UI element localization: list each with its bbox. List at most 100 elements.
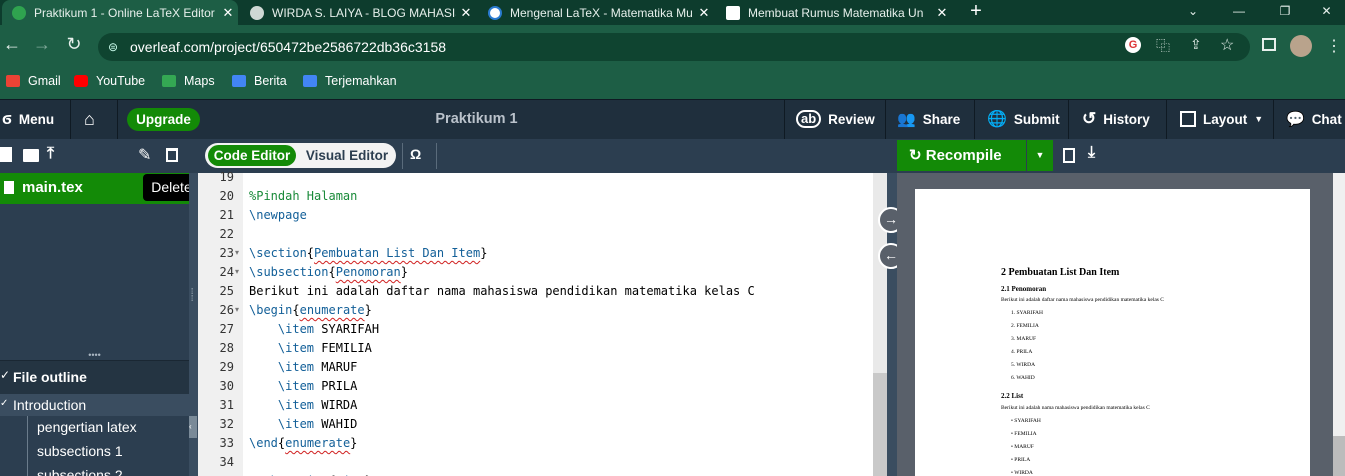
share-page-icon[interactable]: ⇪ — [1190, 36, 1202, 53]
bookmark-maps[interactable]: Maps — [162, 67, 215, 95]
code-line[interactable]: \begin{enumerate} — [249, 303, 372, 317]
minimize-icon[interactable]: — — [1216, 0, 1262, 25]
side-panel-icon[interactable] — [1262, 38, 1276, 51]
outline-item-introduction[interactable]: ✓ Introduction — [0, 394, 189, 416]
bookmark-youtube[interactable]: YouTube — [74, 67, 145, 95]
globe-icon: 🌐 — [987, 111, 1007, 128]
restore-icon[interactable]: ❐ — [1262, 0, 1308, 25]
browser-tab-overleaf[interactable]: Praktikum 1 - Online LaTeX Editor ✕ — [2, 0, 238, 25]
review-button[interactable]: ab Review — [796, 99, 875, 139]
google-lens-icon[interactable]: G — [1125, 37, 1141, 53]
recompile-options-caret[interactable]: ▼ — [1027, 140, 1053, 171]
upgrade-button[interactable]: Upgrade — [127, 108, 200, 131]
layout-button[interactable]: Layout ▼ — [1180, 99, 1263, 139]
code-line[interactable]: \item PRILA — [249, 379, 357, 393]
bookmark-star-icon[interactable]: ☆ — [1220, 35, 1234, 55]
visual-editor-tab[interactable]: Visual Editor — [301, 145, 393, 166]
chat-button[interactable]: 💬 Chat — [1286, 99, 1342, 139]
latex-command: \item — [277, 322, 315, 336]
close-icon[interactable]: ✕ — [694, 5, 714, 21]
code-line[interactable]: Berikut ini adalah daftar nama mahasiswa… — [249, 284, 755, 298]
bookmark-berita[interactable]: Berita — [232, 67, 287, 95]
code-line[interactable]: \end{enumerate} — [249, 436, 357, 450]
code-line[interactable]: \item MARUF — [249, 360, 357, 374]
outline-item[interactable]: subsections 1 — [37, 443, 123, 459]
url-field[interactable]: ⊜ overleaf.com/project/650472be2586722db… — [98, 33, 1250, 61]
scrollbar-thumb[interactable] — [1333, 436, 1345, 476]
latex-command: \item — [277, 341, 315, 355]
rename-pencil-icon[interactable]: ✎ — [138, 145, 151, 165]
collapse-left-icon[interactable]: ‹ — [189, 416, 197, 438]
code-line[interactable]: \item SYARIFAH — [249, 322, 379, 336]
bookmark-label: Berita — [254, 74, 287, 88]
share-button[interactable]: 👥 Share — [897, 99, 960, 139]
code-line[interactable]: \item FEMILIA — [249, 341, 372, 355]
avatar[interactable] — [1290, 35, 1312, 57]
upload-icon[interactable]: ⤒ — [47, 145, 54, 163]
outline-item[interactable]: subsections 2 — [37, 467, 123, 476]
browser-tab-blog[interactable]: WIRDA S. LAIYA - BLOG MAHASISWA ✕ — [240, 0, 476, 25]
fold-caret-icon[interactable]: ▾ — [235, 248, 239, 257]
pdf-enum-item: 1. SYARIFAH — [1011, 310, 1043, 316]
code-line[interactable]: \section{Pembuatan List Dan Item} — [249, 246, 487, 260]
code-line[interactable]: \item WIRDA — [249, 398, 357, 412]
download-pdf-icon[interactable]: ⤓ — [1088, 144, 1095, 162]
pdf-page[interactable]: 2 Pembuatan List Dan Item 2.1 Penomoran … — [915, 189, 1310, 476]
bookmark-gmail[interactable]: Gmail — [6, 67, 61, 95]
bookmark-label: YouTube — [96, 74, 146, 88]
submit-button[interactable]: 🌐 Submit — [987, 99, 1060, 139]
line-number: 30 — [219, 379, 234, 393]
close-icon[interactable]: ✕ — [456, 5, 476, 21]
history-button[interactable]: ↺ History — [1082, 99, 1150, 139]
chat-label: Chat — [1311, 111, 1342, 127]
symbol-palette-button[interactable]: Ω — [410, 146, 421, 162]
file-icon — [4, 181, 14, 194]
outline-tree-line — [27, 416, 28, 476]
code-line[interactable]: %Pindah Halaman — [249, 189, 357, 203]
close-icon[interactable]: ✕ — [218, 5, 238, 21]
tree-editor-splitter[interactable]: ⁞ ⁞ ‹ — [189, 173, 198, 476]
window-close-icon[interactable]: ✕ — [1308, 0, 1345, 25]
reload-icon[interactable]: ↻ — [62, 34, 86, 55]
delete-trash-icon[interactable] — [166, 148, 178, 162]
translate-icon[interactable]: ⿻ — [1156, 36, 1170, 56]
bookmark-terjemahkan[interactable]: Terjemahkan — [303, 67, 397, 95]
fold-caret-icon[interactable]: ▾ — [235, 305, 239, 314]
home-icon[interactable]: ⌂ — [84, 99, 95, 139]
code-editor-tab[interactable]: Code Editor — [208, 145, 296, 166]
divider — [436, 143, 437, 169]
new-file-icon[interactable] — [0, 147, 12, 162]
outline-item[interactable]: pengertian latex — [37, 419, 137, 435]
code-line[interactable]: \newpage — [249, 208, 307, 222]
gmail-icon — [6, 75, 20, 87]
latex-command: \item — [277, 398, 315, 412]
line-number: 25 — [219, 284, 234, 298]
forward-icon[interactable]: → — [30, 34, 54, 55]
new-tab-button[interactable]: + — [962, 0, 990, 25]
share-label: Share — [922, 111, 961, 127]
scrollbar-thumb[interactable] — [873, 373, 887, 476]
code-line[interactable]: \subsection{Penomoran} — [249, 265, 408, 279]
submit-label: Submit — [1013, 111, 1060, 127]
close-icon[interactable]: ✕ — [932, 5, 952, 21]
menu-button[interactable]: ϭ Menu — [2, 99, 54, 139]
browser-tab-mengenal-latex[interactable]: Mengenal LaTeX - Matematika Mu ✕ — [478, 0, 714, 25]
fold-caret-icon[interactable]: ▾ — [235, 267, 239, 276]
new-folder-icon[interactable] — [23, 149, 39, 162]
tab-search-icon[interactable]: ⌄ — [1170, 0, 1216, 25]
more-menu-icon[interactable]: ⋮ — [1326, 36, 1342, 56]
recompile-button[interactable]: ↻ Recompile — [897, 140, 1026, 171]
line-number: 22 — [219, 227, 234, 241]
back-icon[interactable]: ← — [0, 34, 24, 55]
line-number: 33 — [219, 436, 234, 450]
project-title[interactable]: Praktikum 1 — [380, 99, 573, 139]
browser-tab-rumus[interactable]: Membuat Rumus Matematika Un ✕ — [716, 0, 952, 25]
panel-resize-handle[interactable]: •••• — [0, 351, 189, 360]
chat-icon: 💬 — [1286, 111, 1305, 128]
pdf-subsection-heading: 2.1 Penomoran — [1001, 285, 1047, 293]
file-outline-header[interactable]: ✓ File outline — [0, 360, 189, 394]
chevron-down-icon: ✓ — [0, 368, 11, 382]
pdf-scrollbar[interactable] — [1333, 173, 1345, 476]
logs-icon[interactable] — [1063, 148, 1075, 163]
code-line[interactable]: \item WAHID — [249, 417, 357, 431]
